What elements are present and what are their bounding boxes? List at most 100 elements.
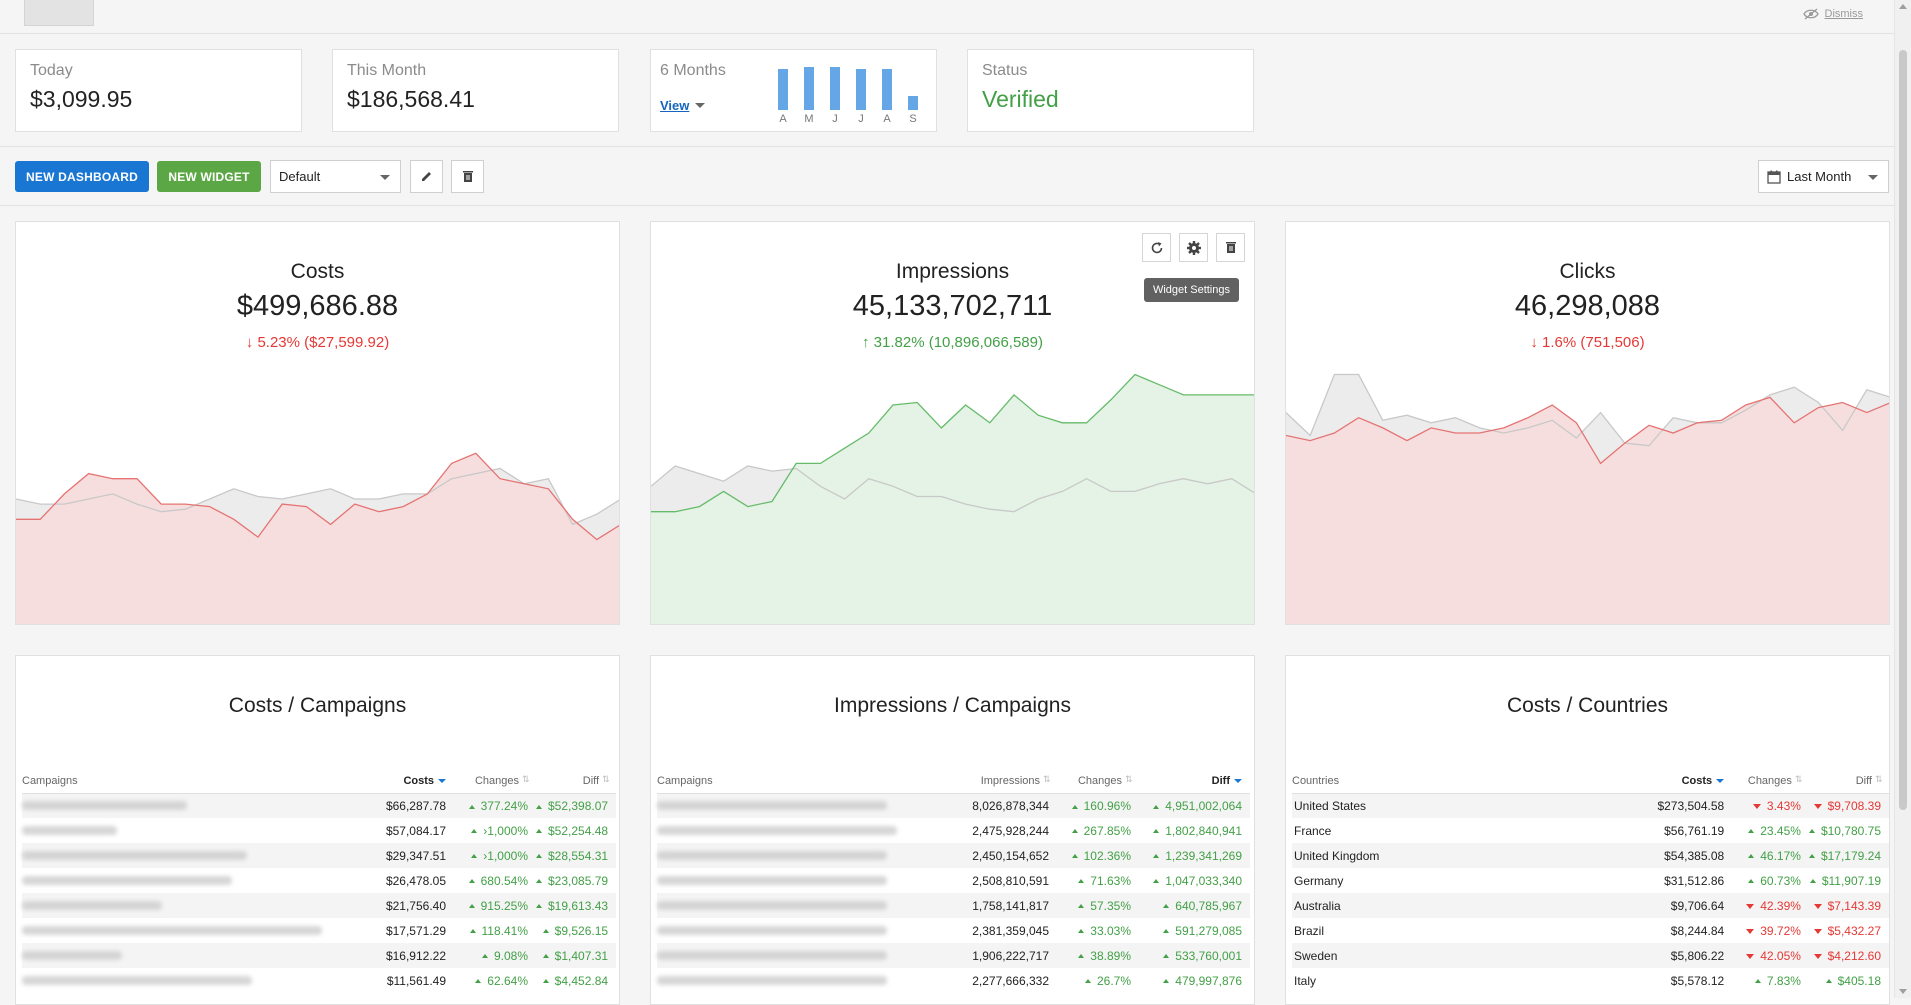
table-row[interactable]: 2,381,359,045 33.03% 591,279,085 [657,918,1250,943]
table-row[interactable]: Sweden $5,806.22 42.05% $4,212.60 [1292,943,1889,968]
diff-cell: 533,760,001 [1139,943,1250,968]
triangle-up-icon [471,829,478,834]
value-cell: $54,385.08 [1596,843,1733,868]
chevron-down-icon [1868,175,1878,180]
table-row[interactable]: 1,758,141,817 57.35% 640,785,967 [657,893,1250,918]
value-cell: $56,761.19 [1664,823,1725,838]
stat-label: Status [982,62,1028,79]
row-name-cell: Brazil [1294,923,1325,938]
table-row[interactable]: 2,475,928,244 267.85% 1,802,840,941 [657,818,1250,843]
view-link-label[interactable]: View [660,98,689,113]
new-widget-button[interactable]: NEW WIDGET [157,161,261,192]
column-header-label: Changes [474,774,519,787]
view-dropdown[interactable]: View [660,98,706,113]
triangle-up-icon [1748,829,1755,834]
value-cell: $21,756.40 [352,893,454,918]
dismiss-link[interactable]: Dismiss [1802,8,1864,20]
table-row[interactable]: $57,084.17 ›1,000% $52,254.48 [22,818,616,843]
column-header[interactable]: Campaigns [22,769,352,794]
row-name-cell: United States [1292,793,1597,818]
redacted-campaign-name [22,900,162,910]
table-row[interactable]: $16,912.22 9.08% $1,407.31 [22,943,617,968]
stat-label: Today [30,62,73,79]
triangle-up-icon [1808,829,1815,834]
table-row[interactable]: France $56,761.19 23.45% $10,780.75 [1292,818,1889,843]
triangle-down-icon [1813,928,1822,934]
dashboard-select[interactable]: Default [270,160,401,193]
triangle-up-icon [1078,954,1085,959]
table-row[interactable]: $17,571.29 118.41% $9,526.15 [22,918,616,943]
column-header[interactable]: Costs [1596,769,1733,794]
table-title: Costs / Campaigns [228,694,407,717]
column-header[interactable]: Diff ⇅ [536,769,617,794]
new-dashboard-button[interactable]: NEW DASHBOARD [15,161,149,192]
table-row[interactable]: 1,906,222,717 38.89% 533,760,001 [657,943,1250,968]
triangle-up-icon [471,854,478,859]
page-scrollbar[interactable] [1894,0,1911,998]
sort-icon: ⇅ [1875,773,1883,784]
scroll-up-icon[interactable] [1899,4,1907,9]
table-row[interactable]: Brazil $8,244.84 39.72% $5,432.27 [1292,918,1889,943]
column-header-label: Diff [582,774,600,787]
table-row[interactable]: 2,450,154,652 102.36% 1,239,341,269 [657,843,1250,868]
column-header[interactable]: Impressions ⇅ [965,769,1057,794]
column-header-label: Diff [1855,774,1872,787]
scroll-thumb[interactable] [1899,50,1907,810]
sort-icon: ⇅ [1125,773,1133,784]
table-row[interactable]: $11,561.49 62.64% $4,452.84 [22,968,616,993]
column-header[interactable]: Countries [1292,769,1597,794]
dismiss-label[interactable]: Dismiss [1825,8,1864,20]
stat-label: 6 Months [660,62,726,79]
data-table: Campaigns Impressions ⇅ Changes ⇅ Diff 8,026,8… [657,769,1250,993]
table-row[interactable]: Australia $9,706.64 42.39% $7,143.39 [1292,893,1889,918]
change-cell: 160.96% [1057,793,1139,818]
refresh-button[interactable] [1142,233,1171,262]
change-cell: 118.41% [454,918,536,943]
column-header-label: Impressions [980,774,1040,787]
redacted-campaign-name [22,825,117,835]
row-name-cell [22,793,352,818]
triangle-down-icon [1813,804,1822,810]
row-name-cell [657,868,965,893]
delete-widget-button[interactable] [1216,233,1245,262]
widget-settings-button[interactable] [1179,233,1208,262]
change-cell: 680.54% [454,868,536,893]
edit-dashboard-button[interactable] [410,160,443,193]
mini-bar [856,69,866,110]
column-header[interactable]: Changes ⇅ [1057,769,1139,794]
row-name-cell: Australia [1292,893,1597,918]
table-row[interactable]: $29,347.51 ›1,000% $28,554.31 [22,843,617,868]
table-row[interactable]: United States $273,504.58 3.43% $9,708.39 [1292,793,1889,818]
diff-cell: $4,452.84 [536,968,616,993]
table-row[interactable]: 2,277,666,332 26.7% 479,997,876 [657,968,1250,993]
column-header[interactable]: Diff [1139,769,1250,794]
top-banner: Dismiss [0,0,1911,34]
triangle-up-icon [1078,879,1085,884]
sort-icon: ⇅ [1794,773,1803,784]
triangle-down-icon [1746,953,1755,959]
column-header[interactable]: Changes ⇅ [454,769,536,794]
scroll-down-icon[interactable] [1899,989,1907,994]
column-header-label: Campaigns [657,774,713,787]
table-row[interactable]: Germany $31,512.86 60.73% $11,907.19 [1292,868,1889,893]
table-row[interactable]: United Kingdom $54,385.08 46.17% $17,179.24 [1292,843,1889,868]
row-name-cell: Italy [1294,973,1317,988]
table-row[interactable]: $21,756.40 915.25% $19,613.43 [22,893,617,918]
table-row[interactable]: $66,287.78 377.24% $52,398.07 [22,793,617,818]
change-cell: 23.45% [1732,818,1809,843]
table-row[interactable]: 8,026,878,344 160.96% 4,951,002,064 [657,793,1250,818]
date-range-select[interactable]: Last Month [1758,160,1889,193]
table-row[interactable]: $26,478.05 680.54% $23,085.79 [22,868,616,893]
triangle-up-icon [469,929,476,934]
dashboard-select-value: Default [279,169,321,184]
column-header[interactable]: Campaigns [657,769,965,794]
column-header[interactable]: Changes ⇅ [1732,769,1809,794]
column-header[interactable]: Diff ⇅ [1808,769,1889,794]
value-cell: $57,084.17 [385,823,446,838]
table-row[interactable]: Italy $5,578.12 7.83% $405.18 [1292,968,1889,993]
table-row[interactable]: 2,508,810,591 71.63% 1,047,033,340 [657,868,1250,893]
data-table: Countries Costs Changes ⇅ Diff ⇅ United States… [1292,769,1889,993]
delete-dashboard-button[interactable] [451,160,484,193]
sort-desc-icon [438,778,446,783]
column-header[interactable]: Costs [352,769,454,794]
